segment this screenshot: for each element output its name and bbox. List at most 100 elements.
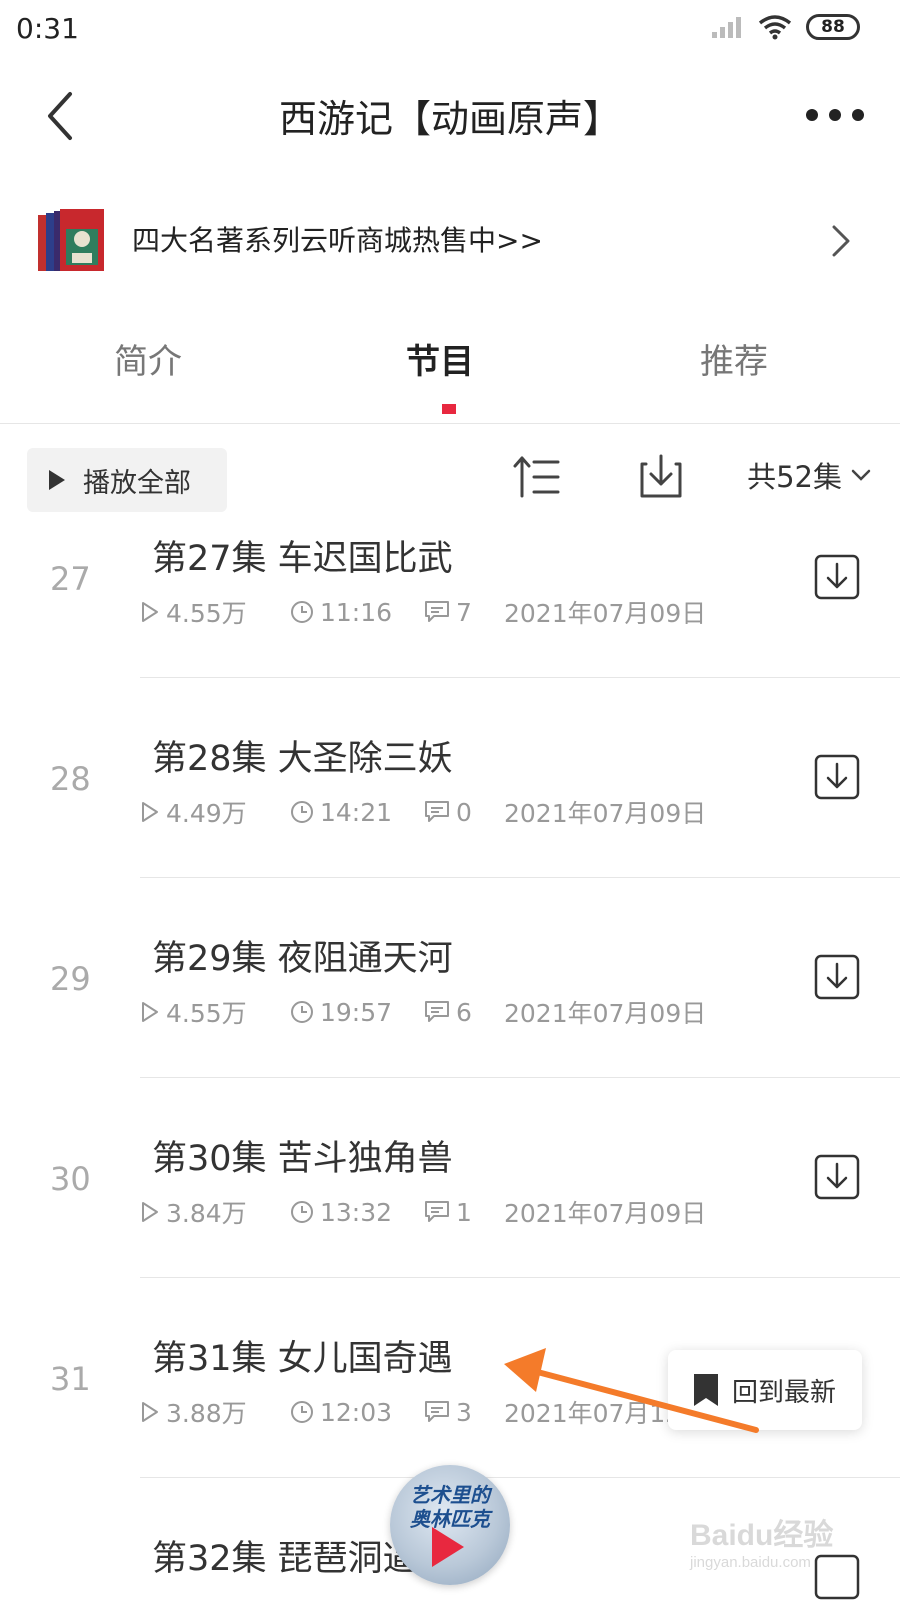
episode-date: 2021年07月09日: [504, 599, 707, 628]
divider: [140, 877, 900, 878]
play-count-value: 3.88万: [166, 1399, 247, 1428]
page-title: 西游记【动画原声】: [278, 97, 621, 141]
play-outline-icon: [142, 802, 158, 822]
episode-meta: 3.84万 13:32 1 2021年07月09日: [140, 1194, 706, 1230]
status-time: 0:31: [16, 12, 79, 45]
comment-count: 1: [424, 1198, 504, 1227]
episode-number: 31: [50, 1360, 91, 1398]
tab-recommend[interactable]: 推荐: [634, 334, 834, 383]
episode-number: 30: [50, 1160, 91, 1198]
play-count: 4.49万: [140, 794, 290, 830]
more-options-icon[interactable]: [800, 90, 870, 140]
active-tab-indicator: [442, 404, 456, 414]
battery-indicator: 88: [806, 14, 860, 40]
comment-count: 3: [424, 1398, 504, 1427]
clock-icon: [291, 1001, 313, 1023]
play-icon: [432, 1527, 464, 1567]
play-count: 3.84万: [140, 1194, 290, 1230]
play-all-label: 播放全部: [83, 467, 191, 499]
play-count-value: 3.84万: [166, 1199, 247, 1228]
comment-icon: [425, 601, 449, 622]
clock-icon: [291, 1401, 313, 1423]
play-outline-icon: [142, 602, 158, 622]
episode-date: 2021年07月09日: [504, 999, 707, 1028]
back-to-latest-button[interactable]: 回到最新: [668, 1350, 862, 1430]
episode-title: 第31集 女儿国奇遇: [152, 1339, 453, 1379]
duration-value: 14:21: [320, 797, 393, 827]
tab-episodes[interactable]: 节目: [340, 334, 540, 383]
divider: [140, 1477, 900, 1478]
play-count: 4.55万: [140, 594, 290, 630]
clock-icon: [291, 601, 313, 623]
download-icon[interactable]: [812, 952, 862, 1002]
mini-player[interactable]: 艺术里的奥林匹克: [390, 1465, 510, 1585]
watermark-url: jingyan.baidu.com: [690, 1554, 811, 1571]
play-icon: [49, 470, 65, 490]
tab-bar: 简介 节目 推荐: [0, 320, 900, 424]
promo-banner[interactable]: 四大名著系列云听商城热售中>>: [0, 195, 900, 295]
comment-count: 7: [424, 598, 504, 627]
episode-toolbar: 播放全部 共52集: [0, 440, 900, 520]
download-all-icon[interactable]: [636, 450, 686, 500]
episode-number: 29: [50, 960, 91, 998]
play-count-value: 4.49万: [166, 799, 247, 828]
episode-meta: 4.55万 11:16 7 2021年07月09日: [140, 594, 706, 630]
comment-icon: [425, 1401, 449, 1422]
comment-count-value: 0: [456, 797, 472, 827]
download-icon[interactable]: [812, 752, 862, 802]
tab-intro[interactable]: 简介: [48, 334, 248, 383]
play-count: 4.55万: [140, 994, 290, 1030]
sort-order-icon[interactable]: [512, 452, 562, 502]
episode-meta: 3.88万 12:03 3 2021年07月12日: [140, 1394, 706, 1430]
comment-count-value: 7: [456, 597, 472, 627]
episode-title: 第29集 夜阻通天河: [152, 939, 453, 979]
comment-icon: [425, 1001, 449, 1022]
duration: 13:32: [290, 1198, 424, 1227]
duration: 12:03: [290, 1398, 424, 1427]
comment-count-value: 3: [456, 1397, 472, 1427]
bookmark-icon: [694, 1374, 718, 1406]
episode-count-dropdown[interactable]: 共52集: [747, 454, 872, 496]
duration-value: 19:57: [320, 997, 393, 1027]
divider: [140, 1077, 900, 1078]
episode-date: 2021年07月09日: [504, 1199, 707, 1228]
comment-count-value: 6: [456, 997, 472, 1027]
comment-icon: [425, 1201, 449, 1222]
duration: 14:21: [290, 798, 424, 827]
comment-icon: [425, 801, 449, 822]
episode-title: 第30集 苦斗独角兽: [152, 1139, 453, 1179]
episode-meta: 4.49万 14:21 0 2021年07月09日: [140, 794, 706, 830]
comment-count: 6: [424, 998, 504, 1027]
comment-count: 0: [424, 798, 504, 827]
duration-value: 12:03: [320, 1397, 393, 1427]
clock-icon: [291, 1201, 313, 1223]
status-bar: 0:31 88: [0, 0, 900, 62]
chevron-down-icon: [851, 469, 871, 481]
divider: [140, 677, 900, 678]
watermark-logo: Baidu经验: [690, 1519, 834, 1552]
play-all-button[interactable]: 播放全部: [27, 448, 227, 512]
episode-date: 2021年07月09日: [504, 799, 707, 828]
episode-row[interactable]: 28 第28集 大圣除三妖 4.49万 14:21 0 2021年07月09日: [0, 730, 900, 930]
play-outline-icon: [142, 1402, 158, 1422]
duration-value: 11:16: [320, 597, 393, 627]
play-count-value: 4.55万: [166, 599, 247, 628]
duration-value: 13:32: [320, 1197, 393, 1227]
promo-text: 四大名著系列云听商城热售中>>: [132, 224, 543, 257]
download-icon[interactable]: [812, 1152, 862, 1202]
episode-row[interactable]: 29 第29集 夜阻通天河 4.55万 19:57 6 2021年07月09日: [0, 930, 900, 1130]
episode-count-label: 共52集: [747, 460, 842, 494]
cellular-signal-icon: [712, 17, 741, 38]
episode-title: 第28集 大圣除三妖: [152, 739, 453, 779]
play-count: 3.88万: [140, 1394, 290, 1430]
divider: [140, 1277, 900, 1278]
episode-row[interactable]: 30 第30集 苦斗独角兽 3.84万 13:32 1 2021年07月09日: [0, 1130, 900, 1330]
comment-count-value: 1: [456, 1197, 472, 1227]
episode-number: 27: [50, 560, 91, 598]
mini-player-cover-text: 艺术里的奥林匹克: [410, 1483, 490, 1531]
episode-meta: 4.55万 19:57 6 2021年07月09日: [140, 994, 706, 1030]
episode-row[interactable]: 27 第27集 车迟国比武 4.55万 11:16 7 2021年07月09日: [0, 530, 900, 730]
download-icon[interactable]: [812, 552, 862, 602]
back-to-latest-label: 回到最新: [732, 1377, 837, 1408]
play-outline-icon: [142, 1202, 158, 1222]
